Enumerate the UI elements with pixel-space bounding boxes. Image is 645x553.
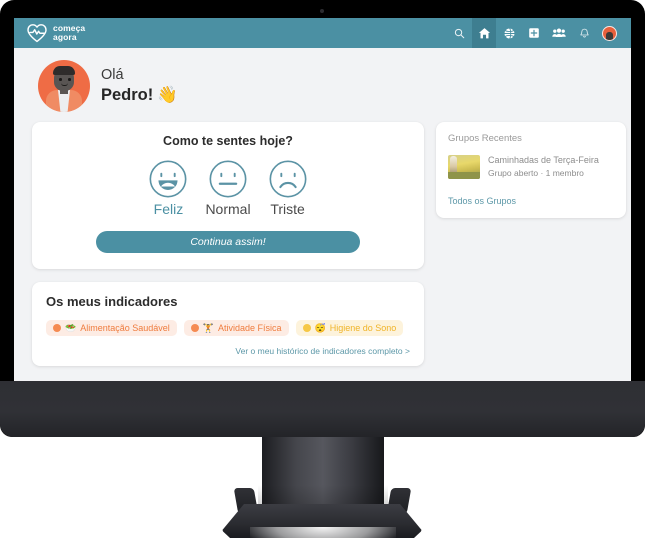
mood-option-normal[interactable]: Normal	[205, 158, 251, 217]
page-content: Olá Pedro! 👋 Como te sentes hoje? Feliz …	[14, 48, 631, 366]
main-column: Como te sentes hoje? Feliz Normal Triste…	[32, 122, 424, 366]
greeting-username: Pedro! 👋	[101, 86, 178, 105]
indicator-badge-sono[interactable]: 😴 Higiene do Sono	[295, 320, 404, 336]
side-column: Grupos Recentes Caminhadas de Terça-Feir…	[436, 122, 626, 218]
header-nav	[447, 18, 621, 48]
indicator-label: Atividade Física	[218, 323, 282, 333]
status-dot-icon	[190, 324, 199, 332]
mood-card: Como te sentes hoje? Feliz Normal Triste…	[32, 122, 424, 269]
mood-submit-button[interactable]: Continua assim!	[96, 231, 360, 253]
brand-logo[interactable]: começa agora	[26, 23, 85, 43]
waving-hand-icon: 👋	[157, 86, 178, 104]
group-meta: Caminhadas de Terça-Feira Grupo aberto ·…	[488, 155, 599, 178]
plus-square-icon	[528, 27, 540, 39]
mood-option-triste[interactable]: Triste	[267, 158, 309, 217]
nav-profile-button[interactable]	[597, 18, 621, 48]
nav-add-button[interactable]	[522, 18, 546, 48]
webcam-dot	[320, 9, 324, 13]
group-photo-thumbnail	[448, 155, 480, 179]
happy-face-icon	[147, 158, 189, 200]
recent-groups-title: Grupos Recentes	[448, 133, 522, 144]
nav-explore-button[interactable]	[497, 18, 521, 48]
indicators-card: Os meus indicadores 🥗 Alimentação Saudáv…	[32, 282, 424, 366]
indicator-label: Higiene do Sono	[329, 323, 397, 333]
status-dot-icon	[53, 324, 61, 332]
indicators-history-link[interactable]: Ver o meu histórico de indicadores compl…	[46, 346, 410, 356]
brand-wordmark: começa agora	[53, 24, 85, 41]
neutral-face-icon	[207, 158, 249, 200]
all-groups-link[interactable]: Todos os Grupos	[448, 196, 614, 206]
greeting-block: Olá Pedro! 👋	[14, 48, 631, 122]
greeting-text: Olá Pedro! 👋	[101, 67, 178, 105]
greeting-name-text: Pedro!	[101, 86, 154, 104]
indicator-badges: 🥗 Alimentação Saudável 🏋 Atividade Físic…	[46, 320, 410, 336]
mood-label-feliz: Feliz	[153, 201, 184, 217]
user-avatar-icon	[601, 25, 617, 41]
heart-pulse-icon	[26, 23, 48, 43]
nav-notifications-button[interactable]	[572, 18, 596, 48]
mood-card-title: Como te sentes hoje?	[163, 134, 293, 148]
group-list-item[interactable]: Caminhadas de Terça-Feira Grupo aberto ·…	[448, 155, 614, 179]
bell-icon	[579, 28, 590, 39]
greeting-salutation: Olá	[101, 67, 124, 83]
mood-label-normal: Normal	[205, 201, 251, 217]
weightlifting-icon: 🏋	[202, 322, 214, 333]
salad-icon: 🥗	[65, 322, 77, 333]
indicators-title: Os meus indicadores	[46, 294, 178, 309]
avatar[interactable]	[38, 60, 90, 112]
people-group-icon	[552, 27, 566, 39]
sad-face-icon	[267, 158, 309, 200]
mood-options: Feliz Normal Triste	[46, 158, 410, 217]
group-name: Caminhadas de Terça-Feira	[488, 155, 599, 165]
search-icon	[454, 28, 465, 39]
status-dot-icon	[302, 324, 311, 332]
mood-option-feliz[interactable]: Feliz	[147, 158, 189, 217]
monitor-stand-neck	[258, 437, 388, 515]
group-subtitle: Grupo aberto · 1 membro	[488, 167, 584, 178]
app-header: começa agora	[14, 18, 631, 48]
mood-label-triste: Triste	[270, 201, 305, 217]
screen-viewport: começa agora Olá Pedro! 👋 Como te sentes…	[14, 18, 631, 381]
nav-search-button[interactable]	[447, 18, 471, 48]
brand-line-2: agora	[53, 32, 77, 42]
recent-groups-card: Grupos Recentes Caminhadas de Terça-Feir…	[436, 122, 626, 218]
globe-icon	[503, 27, 516, 40]
indicator-label: Alimentação Saudável	[80, 323, 170, 333]
indicator-badge-alimentacao[interactable]: 🥗 Alimentação Saudável	[46, 320, 177, 336]
imac-mockup: começa agora Olá Pedro! 👋 Como te sentes…	[0, 0, 645, 553]
sleeping-face-icon: 😴	[314, 322, 326, 333]
content-columns: Como te sentes hoje? Feliz Normal Triste…	[14, 122, 631, 366]
home-icon	[478, 27, 491, 40]
monitor-chin	[0, 381, 645, 437]
indicator-badge-atividade[interactable]: 🏋 Atividade Física	[183, 320, 289, 336]
nav-groups-button[interactable]	[547, 18, 571, 48]
nav-home-button[interactable]	[472, 18, 496, 48]
stand-reflection-glow	[250, 527, 396, 553]
